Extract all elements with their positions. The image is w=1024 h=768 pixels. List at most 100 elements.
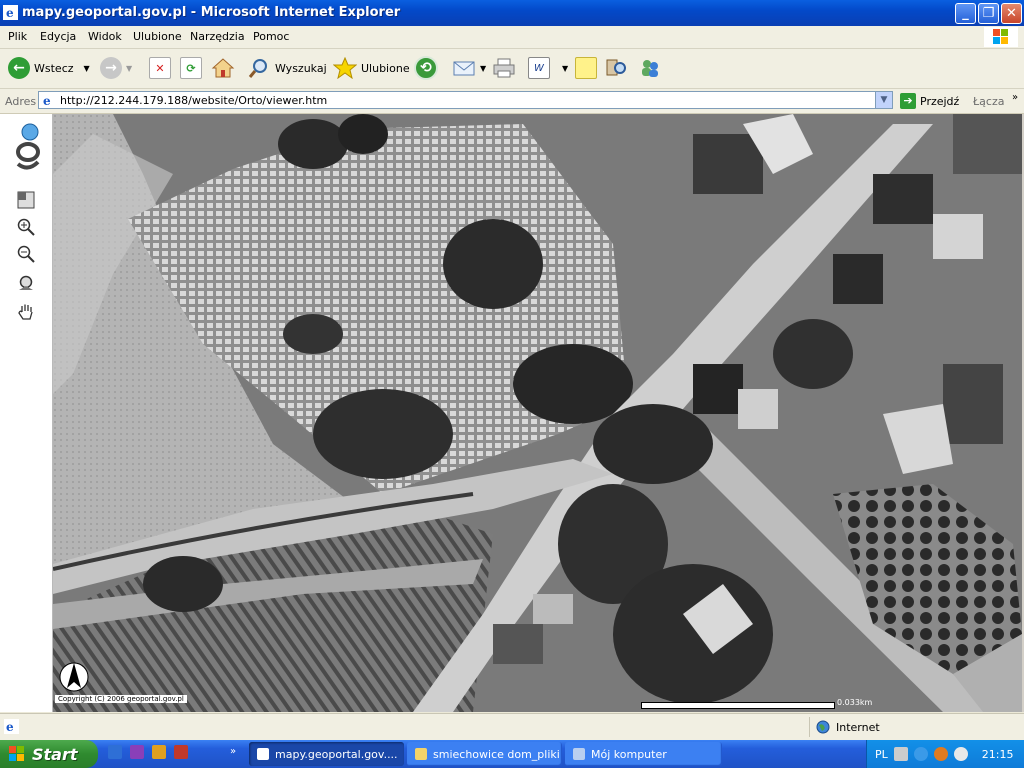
star-icon — [333, 57, 357, 79]
links-chevron-icon[interactable]: » — [1012, 92, 1018, 103]
clock[interactable]: 21:15 — [982, 748, 1014, 761]
task-geoportal[interactable]: mapy.geoportal.gov.... — [249, 742, 404, 766]
windows-flag-icon — [9, 746, 24, 761]
back-dropdown-icon[interactable]: ▼ — [84, 64, 90, 73]
stop-icon: ✕ — [149, 57, 171, 79]
folder-task-icon — [415, 748, 427, 760]
home-icon — [211, 58, 235, 78]
zoom-in-tool[interactable] — [16, 217, 36, 237]
menu-view[interactable]: Widok — [88, 30, 122, 43]
back-button[interactable]: ← Wstecz ▼ — [8, 55, 90, 81]
maximize-button[interactable]: ❐ — [978, 3, 999, 24]
start-button[interactable]: Start — [0, 740, 98, 768]
address-input[interactable]: e http://212.244.179.188/website/Orto/vi… — [38, 91, 893, 109]
quicklaunch-chevron-icon[interactable]: » — [230, 746, 236, 757]
toolbar: ← Wstecz ▼ → ▼ ✕ ⟳ Wyszukaj Ulubione ⟲ ▼… — [0, 49, 1024, 89]
quick-launch — [108, 745, 188, 759]
go-arrow-icon: ➔ — [900, 93, 916, 109]
system-tray: PL 21:15 — [866, 740, 1024, 768]
task-label: Mój komputer — [591, 747, 667, 761]
ie-quicklaunch-icon[interactable] — [108, 745, 122, 759]
copyright-text: Copyright (C) 2006 geoportal.gov.pl — [55, 695, 187, 703]
note-icon — [575, 57, 597, 79]
hand-icon — [18, 304, 33, 320]
search-button[interactable]: Wyszukaj — [247, 55, 327, 81]
previous-extent-tool[interactable] — [16, 274, 36, 294]
stop-button[interactable]: ✕ — [149, 55, 171, 81]
taskbar: Start » mapy.geoportal.gov.... smiechowi… — [0, 740, 1024, 768]
ie-icon: e — [3, 5, 18, 20]
menu-favorites[interactable]: Ulubione — [133, 30, 182, 43]
print-button[interactable] — [492, 55, 516, 81]
zoom-in-icon — [17, 218, 35, 236]
ie-task-icon — [257, 748, 269, 760]
favorites-button[interactable]: Ulubione — [333, 55, 410, 81]
tray-arrow-icon[interactable] — [913, 747, 928, 761]
north-arrow-icon — [59, 662, 89, 692]
pan-tool[interactable] — [16, 302, 36, 322]
window-title: mapy.geoportal.gov.pl - Microsoft Intern… — [22, 5, 401, 20]
home-button[interactable] — [211, 55, 235, 81]
status-bar: e Internet — [0, 713, 1024, 741]
search-label: Wyszukaj — [275, 61, 327, 75]
edit-button[interactable]: W ▼ — [528, 55, 568, 81]
history-button[interactable]: ⟲ — [414, 55, 438, 81]
explorer-quicklaunch-icon[interactable] — [152, 745, 166, 759]
forward-button[interactable]: → ▼ — [100, 55, 132, 81]
links-label[interactable]: Łącza — [973, 95, 1005, 108]
go-label: Przejdź — [920, 94, 960, 108]
extent-icon — [17, 191, 35, 209]
geoportal-logo-icon — [16, 123, 40, 170]
browser-window: e mapy.geoportal.gov.pl - Microsoft Inte… — [0, 0, 1024, 768]
media-quicklaunch-icon[interactable] — [130, 745, 144, 759]
map-tool-panel — [0, 114, 53, 712]
search-icon — [248, 59, 267, 78]
menu-tools[interactable]: Narzędzia — [190, 30, 245, 43]
back-arrow-icon: ← — [8, 57, 30, 79]
messenger-button[interactable] — [638, 55, 662, 81]
task-label: mapy.geoportal.gov.... — [275, 747, 398, 761]
aerial-image — [53, 114, 1022, 712]
tray-app-icon[interactable] — [933, 747, 948, 761]
close-button[interactable]: ✕ — [1001, 3, 1022, 24]
app-quicklaunch-icon[interactable] — [174, 745, 188, 759]
magnifier-back-icon — [19, 275, 33, 290]
title-bar: e mapy.geoportal.gov.pl - Microsoft Inte… — [0, 0, 1024, 26]
menu-file[interactable]: Plik — [8, 30, 27, 43]
forward-dropdown-icon: ▼ — [126, 63, 133, 73]
network-icon[interactable] — [953, 747, 968, 761]
windows-logo-icon — [984, 27, 1018, 47]
zoom-out-icon — [17, 245, 35, 263]
language-indicator[interactable]: PL — [875, 748, 888, 761]
orthophoto-map[interactable]: Copyright (C) 2006 geoportal.gov.pl 0.03… — [53, 114, 1022, 712]
menu-bar: Plik Edycja Widok Ulubione Narzędzia Pom… — [0, 26, 1024, 49]
mail-button[interactable]: ▼ — [452, 55, 486, 81]
page-content: Copyright (C) 2006 geoportal.gov.pl 0.03… — [0, 114, 1024, 712]
scale-bar — [641, 702, 835, 709]
svg-text:e: e — [6, 720, 14, 734]
zone-label: Internet — [836, 720, 880, 734]
address-url: http://212.244.179.188/website/Orto/view… — [60, 94, 328, 107]
security-zone: Internet — [809, 717, 1016, 737]
discuss-button[interactable] — [575, 55, 597, 81]
keyboard-icon[interactable] — [893, 747, 908, 761]
menu-help[interactable]: Pomoc — [253, 30, 289, 43]
address-dropdown-icon[interactable]: ▼ — [875, 92, 892, 108]
messenger-icon — [642, 60, 658, 77]
menu-edit[interactable]: Edycja — [40, 30, 76, 43]
full-extent-tool[interactable] — [16, 190, 36, 210]
globe-icon — [816, 720, 830, 734]
back-label: Wstecz — [34, 61, 74, 75]
go-button[interactable]: ➔ Przejdź — [900, 93, 959, 109]
edit-dropdown-icon[interactable]: ▼ — [562, 64, 568, 73]
task-my-computer[interactable]: Mój komputer — [565, 742, 722, 766]
task-folder[interactable]: smiechowice dom_pliki — [407, 742, 562, 766]
word-icon: W — [528, 57, 550, 79]
mail-dropdown-icon[interactable]: ▼ — [480, 64, 486, 73]
research-icon — [606, 59, 626, 76]
refresh-button[interactable]: ⟳ — [180, 55, 202, 81]
address-bar: Adres e http://212.244.179.188/website/O… — [0, 89, 1024, 114]
research-button[interactable] — [604, 55, 628, 81]
zoom-out-tool[interactable] — [16, 244, 36, 264]
minimize-button[interactable]: _ — [955, 3, 976, 24]
